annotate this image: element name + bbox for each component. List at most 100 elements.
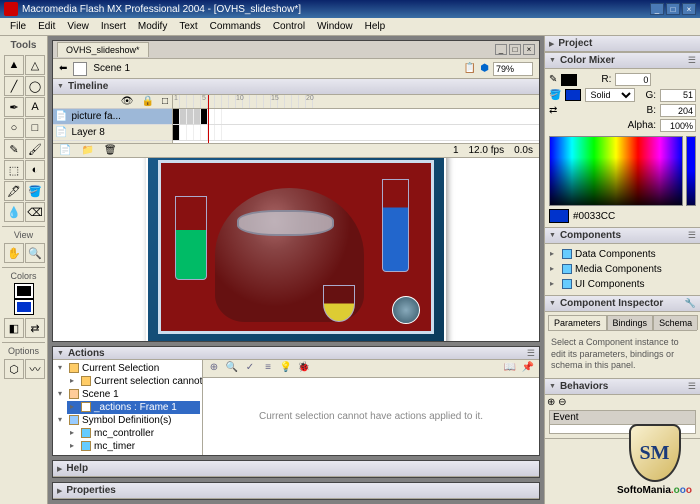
hand-tool[interactable]: ✋	[4, 243, 24, 263]
menu-insert[interactable]: Insert	[95, 19, 132, 34]
auto-format-button[interactable]: ≡	[261, 362, 275, 376]
tree-symbol-defs[interactable]: Symbol Definition(s)	[55, 414, 200, 427]
components-header[interactable]: Components☰	[545, 228, 700, 244]
panel-menu-icon[interactable]: 🔧	[685, 298, 696, 309]
remove-behavior-button[interactable]: ⊖	[558, 397, 566, 408]
tree-item[interactable]: Current selection cannot	[67, 375, 200, 388]
timeline-header[interactable]: Timeline	[53, 79, 539, 95]
behaviors-header[interactable]: Behaviors☰	[545, 379, 700, 395]
fill-transform-tool[interactable]: ◐	[25, 160, 45, 180]
panel-menu-icon[interactable]: ☰	[688, 381, 696, 392]
doc-maximize-button[interactable]: □	[509, 44, 521, 55]
menu-window[interactable]: Window	[311, 19, 359, 34]
scene-name[interactable]: Scene 1	[93, 63, 130, 74]
menu-file[interactable]: File	[4, 19, 32, 34]
menu-edit[interactable]: Edit	[32, 19, 61, 34]
doc-close-button[interactable]: ×	[523, 44, 535, 55]
zoom-tool[interactable]: 🔍	[25, 243, 45, 263]
eraser-tool[interactable]: ⌫	[25, 202, 45, 222]
eyedropper-tool[interactable]: 💧	[4, 202, 24, 222]
line-tool[interactable]: ╱	[4, 76, 24, 96]
paint-bucket-tool[interactable]: 🪣	[25, 181, 45, 201]
swap-colors-button[interactable]: ⇄	[25, 318, 45, 338]
hex-value[interactable]: #0033CC	[573, 211, 615, 222]
frames-area[interactable]: 15101520	[173, 95, 539, 143]
slideshow-instance[interactable]: Ocean View High School 1 of 10 Ocean Vie…	[146, 158, 446, 341]
component-category[interactable]: Data Components	[548, 247, 697, 262]
panel-menu-icon[interactable]: ☰	[527, 348, 535, 359]
menu-commands[interactable]: Commands	[204, 19, 267, 34]
add-behavior-button[interactable]: ⊕	[547, 397, 555, 408]
pin-script-button[interactable]: 📌	[521, 362, 535, 376]
inspector-header[interactable]: Component Inspector🔧	[545, 296, 700, 312]
layer-row[interactable]: 📄picture fa...	[53, 109, 172, 125]
tree-current-selection[interactable]: Current Selection	[55, 362, 200, 375]
menu-control[interactable]: Control	[267, 19, 311, 34]
lasso-tool[interactable]: ◯	[25, 76, 45, 96]
edit-symbol-icon[interactable]: ⬢	[480, 63, 489, 74]
menu-help[interactable]: Help	[359, 19, 392, 34]
g-input[interactable]	[660, 89, 696, 102]
rectangle-tool[interactable]: □	[25, 118, 45, 138]
selection-tool[interactable]: ▲	[4, 55, 24, 75]
component-category[interactable]: UI Components	[548, 277, 697, 292]
menu-view[interactable]: View	[61, 19, 95, 34]
close-button[interactable]: ×	[682, 3, 696, 15]
alpha-input[interactable]	[660, 119, 696, 132]
fill-color-swatch[interactable]	[15, 300, 33, 314]
doc-minimize-button[interactable]: _	[495, 44, 507, 55]
document-tab[interactable]: OVHS_slideshow*	[57, 42, 149, 57]
menu-text[interactable]: Text	[173, 19, 203, 34]
smooth-option[interactable]: 〰	[25, 359, 45, 379]
stroke-swatch[interactable]	[561, 74, 577, 86]
component-category[interactable]: Media Components	[548, 262, 697, 277]
stroke-color-swatch[interactable]	[15, 284, 33, 298]
tab-parameters[interactable]: Parameters	[548, 315, 607, 330]
debug-button[interactable]: 🐞	[297, 362, 311, 376]
swap-colors-icon[interactable]: ⇄	[549, 105, 557, 116]
stroke-picker-icon[interactable]: ✎	[549, 74, 557, 85]
subselection-tool[interactable]: △	[25, 55, 45, 75]
minimize-button[interactable]: _	[650, 3, 664, 15]
outline-icon[interactable]: □	[162, 96, 168, 107]
menu-modify[interactable]: Modify	[132, 19, 173, 34]
zoom-input[interactable]	[493, 62, 533, 76]
fill-swatch[interactable]	[565, 89, 581, 101]
color-spectrum[interactable]	[549, 136, 683, 206]
find-button[interactable]: 🔍	[225, 362, 239, 376]
actions-header[interactable]: Actions ☰	[53, 347, 539, 360]
delete-layer-button[interactable]: 🗑	[104, 145, 117, 156]
tab-schema[interactable]: Schema	[653, 315, 698, 330]
add-folder-button[interactable]: 📁	[81, 145, 93, 156]
reference-button[interactable]: 📖	[503, 362, 517, 376]
back-button[interactable]: ⬅	[59, 63, 67, 74]
snap-option[interactable]: ⬡	[4, 359, 24, 379]
add-layer-button[interactable]: 📄	[59, 145, 71, 156]
playhead[interactable]	[208, 95, 209, 143]
stage[interactable]: Ocean View High School 1 of 10 Ocean Vie…	[53, 158, 539, 341]
properties-header[interactable]: Properties	[53, 483, 539, 499]
tree-scene[interactable]: Scene 1	[55, 388, 200, 401]
edit-scene-icon[interactable]: 📋	[464, 63, 476, 74]
add-script-button[interactable]: ⊕	[207, 362, 221, 376]
tree-frame-actions[interactable]: _actions : Frame 1	[67, 401, 200, 414]
free-transform-tool[interactable]: ⬚	[4, 160, 24, 180]
pen-tool[interactable]: ✒	[4, 97, 24, 117]
fill-picker-icon[interactable]: 🪣	[549, 90, 561, 101]
lock-icon[interactable]: 🔒	[142, 96, 154, 107]
project-header[interactable]: Project	[545, 36, 700, 52]
show-hint-button[interactable]: 💡	[279, 362, 293, 376]
ink-bottle-tool[interactable]: 🖋	[4, 181, 24, 201]
layer-row[interactable]: 📄Layer 8	[53, 125, 172, 141]
tree-symbol[interactable]: mc_controller	[67, 427, 200, 440]
r-input[interactable]	[615, 73, 651, 86]
help-header[interactable]: Help	[53, 461, 539, 477]
hue-slider[interactable]	[686, 136, 696, 206]
b-input[interactable]	[660, 104, 696, 117]
default-colors-button[interactable]: ◧	[4, 318, 24, 338]
pencil-tool[interactable]: ✎	[4, 139, 24, 159]
brush-tool[interactable]: 🖌	[25, 139, 45, 159]
check-syntax-button[interactable]: ✓	[243, 362, 257, 376]
mixer-header[interactable]: Color Mixer☰	[545, 53, 700, 69]
tab-bindings[interactable]: Bindings	[607, 315, 654, 330]
